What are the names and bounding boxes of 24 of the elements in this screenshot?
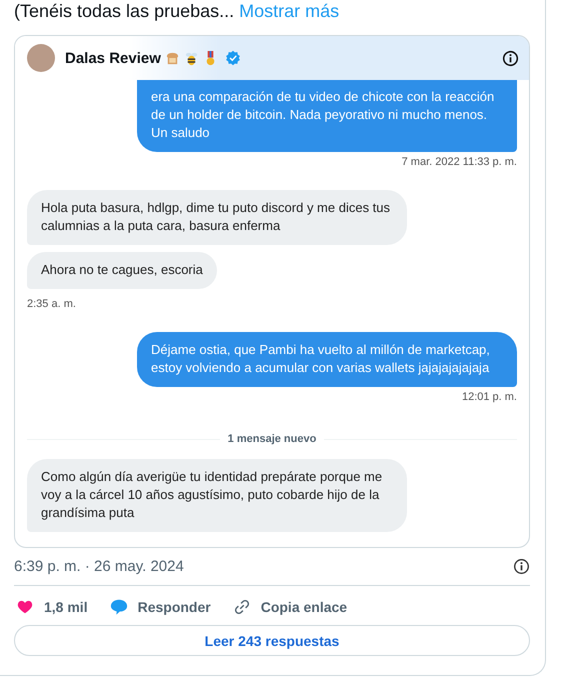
link-icon <box>232 598 251 616</box>
new-message-divider: 1 mensaje nuevo <box>228 433 316 445</box>
heart-icon <box>16 598 34 616</box>
tweet-text: (Tenéis todas las pruebas... Mostrar más <box>14 0 340 22</box>
message-time: 12:01 p. m. <box>462 391 517 403</box>
received-message: Hola puta basura, hdlgp, dime tu puto discord y me dices tus calumnias a la puta cara, basura enferma <box>27 190 407 245</box>
avatar <box>27 44 55 72</box>
action-button[interactable]: Responder <box>110 598 211 616</box>
info-icon[interactable] <box>513 558 530 575</box>
received-message: Ahora no te cagues, escoria <box>27 252 217 289</box>
message-time: 2:35 a. m. <box>27 298 76 310</box>
message-time: 7 mar. 2022 11:33 p. m. <box>402 156 517 168</box>
contact-name: Dalas Review <box>65 50 161 66</box>
bee-icon <box>184 50 199 66</box>
action-button[interactable]: 1,8 mil <box>16 598 88 616</box>
action-button[interactable]: Copia enlace <box>232 598 348 616</box>
speech-bubble-icon <box>110 598 128 616</box>
bread-icon <box>164 50 180 66</box>
info-icon[interactable] <box>502 50 519 66</box>
read-replies-button[interactable]: Leer 243 respuestas <box>14 625 530 656</box>
sent-message: Déjame ostia, que Pambi ha vuelto al millón de marketcap, estoy volviendo a acumular con varias wallets jajajajajajaja <box>137 332 517 387</box>
post-timestamp: 6:39 p. m. · 26 may. 2024 <box>14 558 184 575</box>
received-message: Como algún día averigüe tu identidad prepárate porque me voy a la cárcel 10 años agustísimo, puto cobarde hijo de la grandísima puta <box>27 459 407 532</box>
sent-message: era una comparación de tu video de chicote con la reacción de un holder de bitcoin. Nada peyorativo ni mucho menos. Un saludo <box>137 80 517 152</box>
